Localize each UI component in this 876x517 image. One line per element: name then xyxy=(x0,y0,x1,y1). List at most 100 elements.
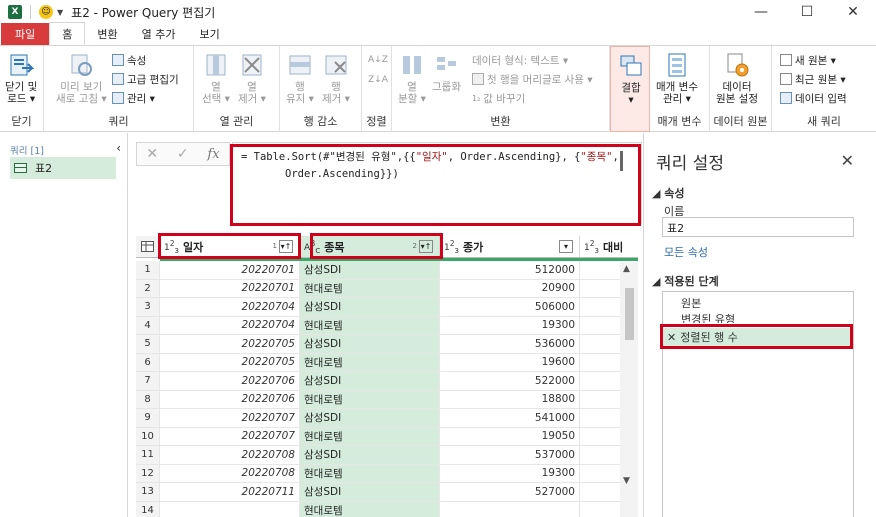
cell-price[interactable]: 19050 xyxy=(440,427,580,446)
query-name-input[interactable]: 표2 xyxy=(662,217,854,237)
table-menu-icon[interactable] xyxy=(136,236,160,258)
sort-ascending-filter-icon[interactable]: ▾↑ xyxy=(419,240,433,253)
cell-stock[interactable]: 삼성SDI xyxy=(300,298,440,317)
cell-price[interactable]: 19600 xyxy=(440,353,580,372)
cell-price[interactable]: 20900 xyxy=(440,279,580,298)
cell-date[interactable]: 20220705 xyxy=(160,353,300,372)
use-first-row-header-button[interactable]: 첫 행을 머리글로 사용 ▾ xyxy=(472,71,593,87)
cell-stock[interactable]: 삼성SDI xyxy=(300,335,440,354)
cell-date[interactable]: 20220707 xyxy=(160,427,300,446)
number-type-icon[interactable]: 123 xyxy=(584,239,599,255)
function-icon[interactable]: fx xyxy=(207,147,219,162)
cell-price[interactable]: 19300 xyxy=(440,316,580,335)
data-type-dropdown[interactable]: 데이터 형식: 텍스트 ▾ xyxy=(472,52,568,68)
column-header-price[interactable]: 123 종가 ▾ xyxy=(440,236,580,258)
step-changed-type[interactable]: 변경된 유형 xyxy=(663,311,853,323)
cell-stock[interactable]: 삼성SDI xyxy=(300,372,440,391)
choose-columns-button[interactable]: 열 선택 ▾ xyxy=(202,52,230,105)
cell-date[interactable]: 20220706 xyxy=(160,390,300,409)
cancel-icon[interactable]: ✕ xyxy=(146,146,158,162)
delete-step-icon[interactable]: ✕ xyxy=(667,331,676,344)
cell-stock[interactable]: 현대로템 xyxy=(300,353,440,372)
combine-button[interactable]: 결합 ▾ xyxy=(618,53,644,106)
cell-price[interactable] xyxy=(440,501,580,517)
step-source[interactable]: 원본 xyxy=(663,294,853,312)
group-by-button[interactable]: 그룹화 xyxy=(432,52,461,93)
cell-price[interactable]: 18800 xyxy=(440,390,580,409)
cell-stock[interactable]: 삼성SDI xyxy=(300,446,440,465)
manage-button[interactable]: 관리 ▾ xyxy=(112,90,155,106)
data-source-settings-button[interactable]: 데이터 원본 설정 xyxy=(716,52,758,105)
applied-steps-header[interactable]: ◢ 적용된 단계 xyxy=(652,273,719,289)
maximize-icon[interactable]: ☐ xyxy=(784,0,830,24)
cell-stock[interactable]: 현대로템 xyxy=(300,390,440,409)
cell-price[interactable]: 536000 xyxy=(440,335,580,354)
split-column-button[interactable]: 열 분할 ▾ xyxy=(398,52,426,105)
query-item-table2[interactable]: 표2 xyxy=(10,157,116,179)
column-header-stock[interactable]: ABC 종목 2 ▾↑ xyxy=(300,236,440,258)
cell-price[interactable]: 512000 xyxy=(440,261,580,280)
close-and-load-button[interactable]: 닫기 및 로드 ▾ xyxy=(5,52,37,105)
collapse-panel-icon[interactable]: ‹ xyxy=(116,141,121,155)
text-type-icon[interactable]: ABC xyxy=(304,239,320,255)
cell-date[interactable]: 20220705 xyxy=(160,335,300,354)
recent-sources-button[interactable]: 최근 원본 ▾ xyxy=(780,71,846,87)
manage-parameters-button[interactable]: 매개 변수 관리 ▾ xyxy=(656,52,698,105)
confirm-icon[interactable]: ✓ xyxy=(177,146,189,162)
minimize-icon[interactable]: — xyxy=(738,0,784,24)
cell-date[interactable]: 20220708 xyxy=(160,446,300,465)
cell-date[interactable]: 20220711 xyxy=(160,483,300,502)
enter-data-button[interactable]: 데이터 입력 xyxy=(780,90,847,106)
cell-date[interactable]: 20220704 xyxy=(160,298,300,317)
sort-descending-icon[interactable]: Z↓A xyxy=(368,72,388,88)
column-header-change[interactable]: 123 대비 xyxy=(580,236,638,258)
step-sorted-rows[interactable]: ✕ 정렬된 행 수 xyxy=(663,328,853,346)
vertical-scrollbar[interactable]: ▲ ▼ xyxy=(620,262,638,517)
cell-price[interactable]: 522000 xyxy=(440,372,580,391)
feedback-smile-icon[interactable]: ☺ xyxy=(39,5,53,19)
scroll-up-icon[interactable]: ▲ xyxy=(623,264,630,274)
column-header-date[interactable]: 123 일자 1 ▾↑ xyxy=(160,236,300,258)
all-properties-link[interactable]: 모든 속성 xyxy=(664,244,708,260)
keep-rows-button[interactable]: 행 유지 ▾ xyxy=(286,52,314,105)
cell-price[interactable]: 527000 xyxy=(440,483,580,502)
tab-file[interactable]: 파일 xyxy=(1,23,50,45)
filter-dropdown-icon[interactable]: ▾ xyxy=(559,240,573,253)
sort-ascending-icon[interactable]: A↓Z xyxy=(368,52,388,68)
number-type-icon[interactable]: 123 xyxy=(164,239,179,255)
remove-rows-button[interactable]: 행 제거 ▾ xyxy=(322,52,350,105)
cell-stock[interactable]: 삼성SDI xyxy=(300,409,440,428)
advanced-editor-button[interactable]: 고급 편집기 xyxy=(112,71,179,87)
cell-stock[interactable]: 현대로템 xyxy=(300,501,440,517)
cell-date[interactable]: 20220707 xyxy=(160,409,300,428)
properties-button[interactable]: 속성 xyxy=(112,52,146,68)
scroll-thumb[interactable] xyxy=(625,288,634,340)
cell-stock[interactable]: 삼성SDI xyxy=(300,483,440,502)
cell-stock[interactable]: 삼성SDI xyxy=(300,261,440,280)
close-settings-icon[interactable]: ✕ xyxy=(841,151,854,170)
cell-price[interactable]: 506000 xyxy=(440,298,580,317)
new-source-button[interactable]: 새 원본 ▾ xyxy=(780,52,836,68)
cell-price[interactable]: 541000 xyxy=(440,409,580,428)
cell-price[interactable]: 537000 xyxy=(440,446,580,465)
tab-add-column[interactable]: 열 추가 xyxy=(130,23,188,45)
cell-stock[interactable]: 현대로템 xyxy=(300,464,440,483)
cell-date[interactable]: 20220706 xyxy=(160,372,300,391)
cell-date[interactable]: 20220701 xyxy=(160,279,300,298)
refresh-preview-button[interactable]: 미리 보기 새로 고침 ▾ xyxy=(56,52,107,105)
cell-stock[interactable]: 현대로템 xyxy=(300,316,440,335)
cell-stock[interactable]: 현대로템 xyxy=(300,279,440,298)
remove-columns-button[interactable]: 열 제거 ▾ xyxy=(238,52,266,105)
tab-view[interactable]: 보기 xyxy=(187,23,231,45)
properties-section-header[interactable]: ◢ 속성 xyxy=(652,185,685,201)
replace-values-button[interactable]: 1₂ 값 바꾸기 xyxy=(472,90,525,106)
number-type-icon[interactable]: 123 xyxy=(444,239,459,255)
cell-date[interactable] xyxy=(160,501,300,517)
tab-transform[interactable]: 변환 xyxy=(85,23,129,45)
scroll-down-icon[interactable]: ▼ xyxy=(623,476,630,486)
sort-ascending-filter-icon[interactable]: ▾↑ xyxy=(279,240,293,253)
cell-date[interactable]: 20220701 xyxy=(160,261,300,280)
tab-home[interactable]: 홈 xyxy=(49,22,86,45)
quick-access-dropdown-icon[interactable]: ▼ xyxy=(57,8,63,17)
close-window-icon[interactable]: ✕ xyxy=(830,0,876,24)
